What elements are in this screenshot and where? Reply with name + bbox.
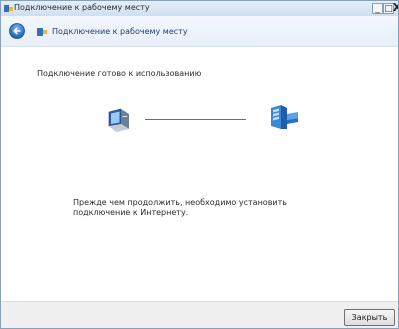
- wizard-window: Подключение к рабочему месту _ □ X Подкл…: [0, 0, 399, 329]
- internet-required-message: Прежде чем продолжить, необходимо устано…: [73, 198, 287, 217]
- connection-status: Подключение готово к использованию: [37, 69, 202, 78]
- wizard-footer: Закрыть: [1, 301, 398, 328]
- close-button[interactable]: Закрыть: [344, 309, 395, 326]
- wizard-header: Подключение к рабочему месту: [1, 16, 398, 47]
- computer-icon: [108, 108, 129, 132]
- wizard-title: Подключение к рабочему месту: [52, 27, 188, 36]
- connection-line: [145, 119, 246, 120]
- network-connection-icon: [37, 28, 47, 36]
- workplace-server-icon: [271, 105, 298, 129]
- network-connection-icon: [4, 5, 13, 12]
- close-window-button[interactable]: X: [392, 2, 398, 14]
- back-arrow-icon[interactable]: [9, 23, 25, 39]
- window-title: Подключение к рабочему месту: [14, 3, 150, 12]
- title-bar[interactable]: Подключение к рабочему месту _ □ X: [1, 1, 398, 16]
- minimize-button[interactable]: _: [372, 3, 383, 14]
